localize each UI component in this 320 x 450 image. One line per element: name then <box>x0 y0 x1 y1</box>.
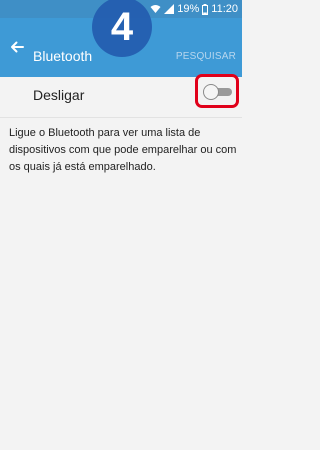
search-button[interactable]: PESQUISAR <box>176 51 236 62</box>
clock: 11:20 <box>211 3 238 15</box>
back-arrow-icon[interactable] <box>9 39 25 55</box>
switch-highlight-box <box>195 74 239 108</box>
signal-icon <box>164 4 175 14</box>
battery-percent: 19% <box>177 3 200 15</box>
wifi-icon <box>150 4 161 14</box>
bluetooth-info-text: Ligue o Bluetooth para ver uma lista de … <box>9 127 237 173</box>
toggle-label: Desligar <box>33 87 85 103</box>
page-title: Bluetooth <box>33 48 93 64</box>
status-icons: 19% 11:20 <box>150 2 238 16</box>
battery-icon <box>202 3 209 15</box>
